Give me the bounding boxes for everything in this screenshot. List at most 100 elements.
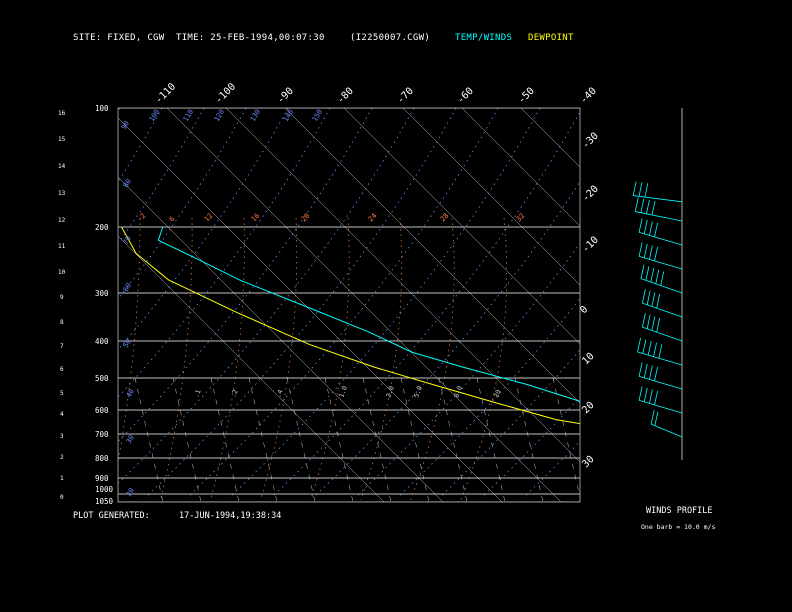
wind-barb <box>643 243 648 258</box>
dry-adiabat-label: 30 <box>125 434 136 445</box>
wind-barb-staff <box>638 400 683 414</box>
isotherm-right-label: 20 <box>580 400 596 416</box>
isotherm-line <box>118 117 503 502</box>
height-tick-label: 1 <box>60 475 64 482</box>
isotherm-right-label: -20 <box>580 184 601 205</box>
dry-adiabat-line <box>438 349 580 499</box>
wind-barb <box>651 292 656 307</box>
dry-adiabat-label: 120 <box>213 108 226 123</box>
wind-barb <box>640 264 645 279</box>
wind-barb <box>642 289 646 304</box>
mixing-ratio-label: 20 <box>492 389 502 399</box>
wind-barb <box>650 410 655 425</box>
moist-adiabat-label: 12 <box>203 212 215 224</box>
wind-barb-staff <box>642 326 683 342</box>
height-tick-label: 13 <box>58 190 66 197</box>
mixing-ratio-label: .1 <box>192 389 202 399</box>
dry-adiabat-label: 50 <box>122 338 133 349</box>
wind-barb <box>646 199 650 214</box>
moist-adiabat-label: 6 <box>168 215 177 224</box>
isotherm-top-label: -80 <box>335 86 356 107</box>
dry-adiabat-label: 140 <box>282 108 295 123</box>
height-tick-label: 3 <box>60 433 64 440</box>
wind-barb <box>658 344 663 359</box>
wind-barb <box>640 198 645 213</box>
height-tick-label: 4 <box>60 411 64 418</box>
height-tick-label: 5 <box>60 390 64 397</box>
isotherm-right-label: 10 <box>580 351 596 367</box>
wind-barb <box>660 271 665 286</box>
wind-barb <box>651 316 656 331</box>
moist-adiabat-label: 20 <box>300 212 312 224</box>
isotherm-right-label: 30 <box>580 454 596 470</box>
wind-barb <box>656 318 661 333</box>
isotherm-line <box>757 108 792 502</box>
wind-barb <box>654 390 658 406</box>
height-tick-label: 2 <box>60 454 64 461</box>
wind-barb <box>649 389 653 404</box>
isotherm-line <box>402 108 580 286</box>
height-tick-label: 8 <box>60 319 64 326</box>
wind-barb <box>649 221 653 236</box>
pressure-tick-label: 1050 <box>95 497 114 506</box>
pressure-tick-label: 600 <box>95 406 109 415</box>
dry-adiabat-line <box>118 108 247 300</box>
temp-winds-line <box>157 226 580 402</box>
wind-barb-staff <box>638 256 683 270</box>
pressure-tick-label: 900 <box>95 474 109 483</box>
height-tick-label: 9 <box>60 294 64 301</box>
isotherm-line <box>166 108 562 502</box>
isotherm-line <box>343 108 580 345</box>
isotherm-top-label: -40 <box>578 86 599 107</box>
moist-adiabat-label: 24 <box>367 212 379 224</box>
dry-adiabat-line <box>228 108 541 499</box>
dry-adiabat-line <box>118 108 205 244</box>
height-tick-label: 6 <box>60 366 64 373</box>
wind-barb <box>632 181 637 196</box>
pressure-tick-label: 800 <box>95 454 109 463</box>
mixing-ratio-line <box>476 377 506 502</box>
dry-adiabat-label: 20 <box>125 487 136 498</box>
mixing-ratio-label: .2 <box>229 389 239 399</box>
height-tick-label: 7 <box>60 343 64 350</box>
dewpoint-line <box>121 226 580 425</box>
wind-barb-staff <box>642 302 683 318</box>
mixing-ratio-label: 2.0 <box>384 385 396 399</box>
wind-barb <box>645 266 650 281</box>
plot-generated-label: PLOT GENERATED: <box>73 511 150 521</box>
wind-barb <box>638 242 643 257</box>
dry-adiabat-line <box>118 108 331 398</box>
wind-barb <box>646 290 651 305</box>
dry-adiabat-label: 40 <box>125 388 136 399</box>
mixing-ratio-line <box>248 377 278 502</box>
mixing-ratio-label: 5.0 <box>412 385 424 399</box>
wind-barb <box>646 314 651 329</box>
height-tick-label: 14 <box>58 163 66 170</box>
dry-adiabat-line <box>354 242 580 499</box>
isotherm-line <box>284 108 580 404</box>
isotherm-line <box>639 108 792 502</box>
dry-adiabat-line <box>118 108 415 485</box>
dry-adiabat-line <box>118 108 289 351</box>
wind-barb-staff <box>638 376 683 390</box>
wind-barb <box>638 182 643 197</box>
wind-barb <box>649 365 653 380</box>
height-tick-label: 11 <box>58 243 66 250</box>
wind-barb-staff <box>650 423 683 438</box>
mixing-ratio-line <box>134 377 164 502</box>
dry-adiabat-line <box>480 396 580 499</box>
mixing-ratio-label: 1.0 <box>337 385 349 399</box>
mixing-ratio-label: .4 <box>274 389 284 399</box>
height-tick-label: 16 <box>58 110 66 117</box>
wind-barb <box>654 411 659 426</box>
wind-barb <box>654 246 658 262</box>
dry-adiabat-label: 110 <box>182 108 195 123</box>
winds-profile-label: WINDS PROFILE <box>646 506 713 516</box>
mixing-ratio-label: 8.0 <box>452 385 464 399</box>
pressure-tick-label: 500 <box>95 374 109 383</box>
dry-adiabat-line <box>144 108 457 499</box>
wind-barb <box>644 182 649 198</box>
isotherm-top-label: -70 <box>395 86 416 107</box>
dry-adiabat-line <box>396 298 580 499</box>
wind-barb <box>642 313 646 328</box>
